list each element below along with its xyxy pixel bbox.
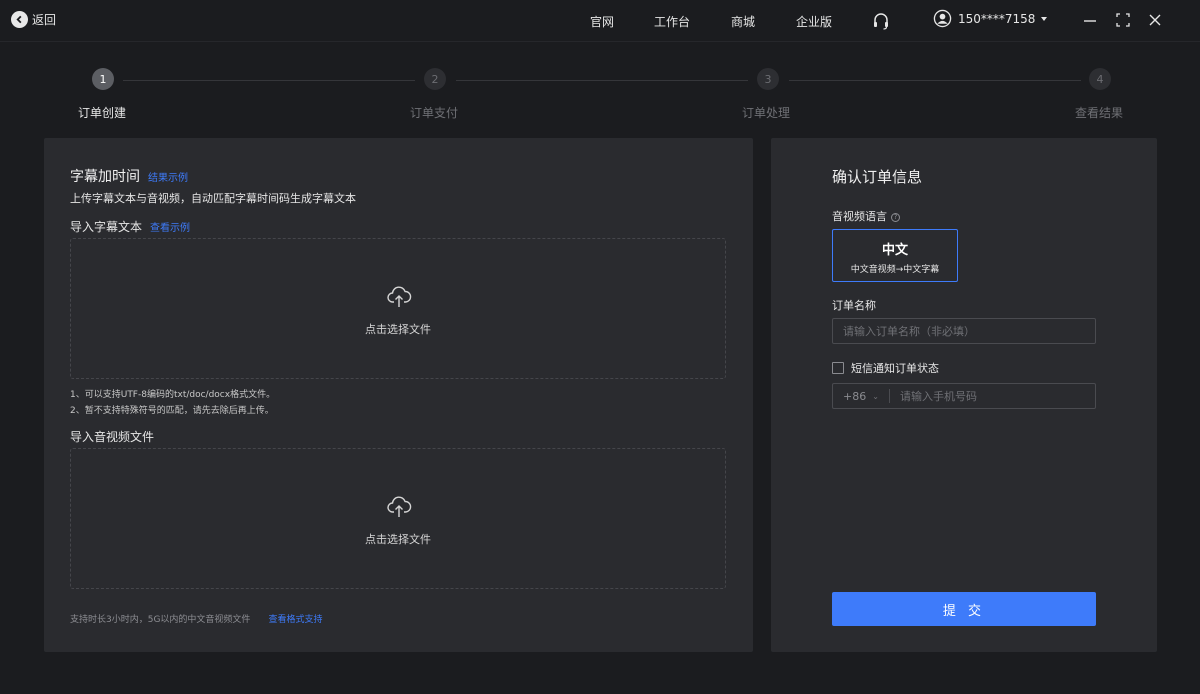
step-1-label: 订单创建 (78, 106, 127, 120)
step-4-label: 查看结果 (1075, 106, 1124, 120)
country-code-select[interactable]: +86 ⌄ (833, 384, 889, 408)
step-1-dot: 1 (92, 68, 114, 90)
phone-field: +86 ⌄ (832, 383, 1096, 409)
view-example-link[interactable]: 查看示例 (150, 219, 190, 234)
sms-notify-label: 短信通知订单状态 (851, 362, 939, 375)
minimize-icon[interactable] (1083, 12, 1097, 32)
nav-store[interactable]: 商城 (731, 13, 755, 30)
subtitle-section-title: 导入字幕文本 (70, 220, 143, 234)
chevron-down-icon: ⌄ (872, 391, 879, 401)
phone-input[interactable] (890, 384, 1095, 408)
back-button[interactable]: 返回 (11, 11, 56, 28)
nav-enterprise[interactable]: 企业版 (796, 13, 832, 30)
subtitle-section-header: 导入字幕文本 查看示例 (70, 218, 190, 235)
sms-notify-row[interactable]: 短信通知订单状态 (832, 360, 939, 376)
step-connector (456, 80, 748, 81)
result-example-link[interactable]: 结果示例 (148, 169, 188, 184)
country-code-value: +86 (843, 389, 867, 403)
language-option-desc: 中文音视频→中文字幕 (850, 265, 940, 275)
page-title: 字幕加时间 (70, 169, 140, 185)
media-language-text: 音视频语言 (832, 210, 887, 223)
nav-official-site[interactable]: 官网 (590, 13, 614, 30)
submit-button[interactable]: 提 交 (832, 592, 1096, 626)
page-description: 上传字幕文本与音视频，自动匹配字幕时间码生成字幕文本 (70, 192, 356, 205)
media-section-title: 导入音视频文件 (70, 430, 155, 444)
back-arrow-icon (11, 11, 28, 28)
order-panel-title: 确认订单信息 (832, 168, 923, 186)
step-3-label: 订单处理 (742, 106, 791, 120)
subtitle-drop-label: 点击选择文件 (365, 323, 431, 336)
step-connector (123, 80, 415, 81)
subtitle-dropzone[interactable]: 点击选择文件 (70, 238, 726, 379)
help-icon[interactable]: ? (891, 212, 900, 222)
nav-workbench[interactable]: 工作台 (654, 13, 690, 30)
media-dropzone[interactable]: 点击选择文件 (70, 448, 726, 589)
media-section-header: 导入音视频文件 (70, 428, 154, 445)
step-4-dot: 4 (1089, 68, 1111, 90)
format-note-2: 2、暂不支持特殊符号的匹配，请先去除后再上传。 (70, 406, 274, 416)
user-phone: 150****7158 (958, 11, 1036, 26)
order-name-input[interactable] (832, 318, 1096, 344)
media-support-text: 支持时长3小时内，5G以内的中文音视频文件 (70, 615, 251, 625)
upload-title-row: 字幕加时间 结果示例 (70, 166, 188, 186)
order-name-label: 订单名称 (832, 299, 876, 312)
format-support-link[interactable]: 查看格式支持 (268, 612, 322, 625)
sms-notify-checkbox[interactable] (832, 362, 844, 374)
progress-steps: 1 2 3 4 订单创建 订单支付 订单处理 查看结果 (0, 68, 1200, 124)
step-3-dot: 3 (757, 68, 779, 90)
order-panel: 确认订单信息 音视频语言? 中文 中文音视频→中文字幕 订单名称 短信通知订单状… (771, 138, 1157, 652)
close-icon[interactable] (1148, 12, 1162, 32)
cloud-upload-icon (386, 284, 412, 314)
top-bar: 返回 官网 工作台 商城 企业版 150****7158 (0, 0, 1200, 42)
cloud-upload-icon (386, 494, 412, 524)
step-2-dot: 2 (424, 68, 446, 90)
user-menu[interactable]: 150****7158 (933, 9, 1048, 28)
step-connector (789, 80, 1081, 81)
media-drop-label: 点击选择文件 (365, 533, 431, 546)
avatar-icon (933, 9, 952, 28)
language-option-chinese[interactable]: 中文 中文音视频→中文字幕 (832, 229, 958, 282)
back-label: 返回 (32, 13, 57, 27)
media-language-label: 音视频语言? (832, 208, 900, 224)
chevron-down-icon (1041, 16, 1048, 21)
step-2-label: 订单支付 (410, 106, 459, 120)
media-support-note: 支持时长3小时内，5G以内的中文音视频文件 查看格式支持 (70, 612, 322, 625)
format-note-1: 1、可以支持UTF-8编码的txt/doc/docx格式文件。 (70, 390, 276, 400)
fullscreen-icon[interactable] (1116, 12, 1130, 32)
language-option-title: 中文 (881, 243, 908, 258)
headset-icon[interactable] (871, 11, 891, 35)
upload-panel: 字幕加时间 结果示例 上传字幕文本与音视频，自动匹配字幕时间码生成字幕文本 导入… (44, 138, 753, 652)
